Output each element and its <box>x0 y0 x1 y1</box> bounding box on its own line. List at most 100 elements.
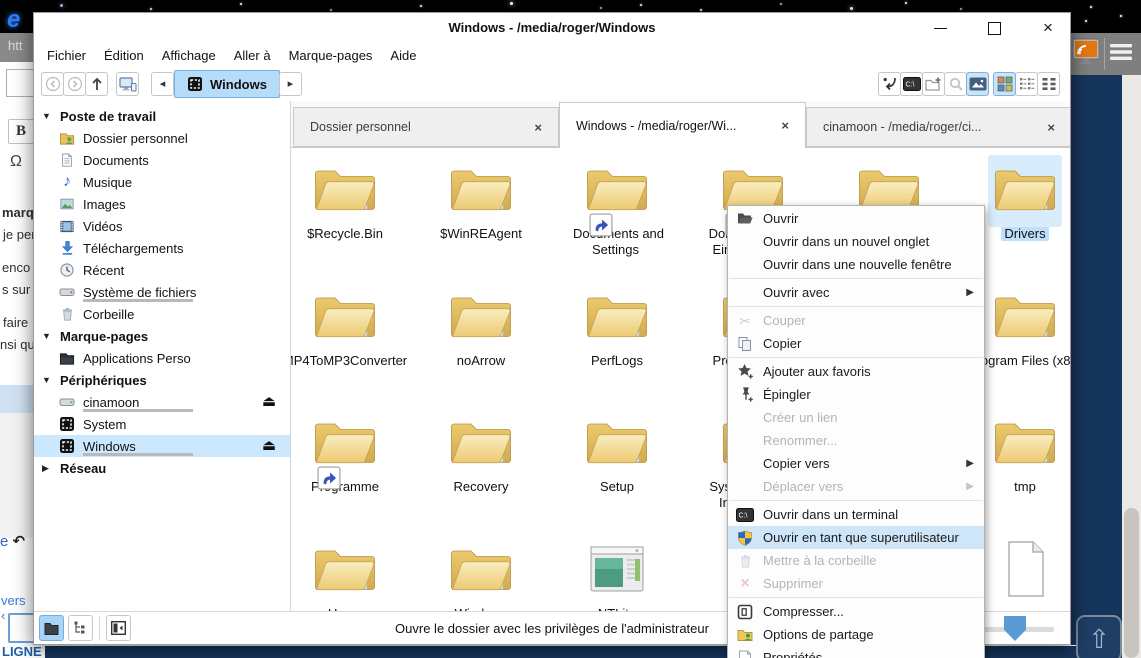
uac-shield-icon <box>736 530 754 546</box>
breadcrumb-right-button[interactable]: ▸ <box>279 72 302 96</box>
detailed-view-button[interactable] <box>1037 72 1060 96</box>
open-terminal-button[interactable]: C:\ <box>900 72 923 96</box>
menubar-item-edition[interactable]: Édition <box>95 48 153 63</box>
context-menu-item-ajouter-aux-favoris[interactable]: Ajouter aux favoris <box>728 360 984 383</box>
sidebar-item-applications-perso[interactable]: Applications Perso <box>34 347 290 369</box>
file-item-documents-and-settings[interactable]: Documents and Settings <box>549 159 685 258</box>
maximize-button[interactable] <box>980 17 1008 39</box>
file-item-mp4tomp3converter[interactable]: MP4ToMP3Converter <box>291 286 413 369</box>
tab-dossier-personnel[interactable]: Dossier personnel× <box>293 107 559 147</box>
new-folder-button[interactable] <box>922 72 945 96</box>
menu-icon[interactable] <box>1110 43 1132 61</box>
context-menu-item-supprimer[interactable]: ×Supprimer <box>728 572 984 595</box>
tab-close-icon[interactable]: × <box>1047 120 1055 135</box>
breadcrumb-left-button[interactable]: ◂ <box>151 72 174 96</box>
zoom-slider-handle[interactable] <box>1004 616 1026 641</box>
tab-close-icon[interactable]: × <box>781 118 789 133</box>
sidebar-item-system[interactable]: System <box>34 413 290 435</box>
sidebar-item-musique[interactable]: ♪Musique <box>34 171 290 193</box>
screen-share-icon[interactable] <box>1071 37 1101 69</box>
bold-button-fragment[interactable]: B <box>8 119 33 144</box>
omega-button-fragment[interactable]: Ω <box>10 153 22 171</box>
expand-triangle-icon: ▼ <box>42 375 52 385</box>
show-places-button[interactable] <box>116 72 139 96</box>
context-menu-item-options-de-partage[interactable]: Options de partage <box>728 623 984 646</box>
sidebar-item-videos[interactable]: Vidéos <box>34 215 290 237</box>
browser-logo-icon[interactable]: e <box>7 6 33 32</box>
background-scrollbar-thumb[interactable] <box>1124 508 1139 658</box>
back-button[interactable] <box>41 72 64 96</box>
context-menu-item-ouvrir-dans-un-terminal[interactable]: C:\Ouvrir dans un terminal <box>728 503 984 526</box>
background-input-fragment[interactable] <box>6 69 33 97</box>
close-button[interactable]: × <box>1034 17 1062 39</box>
file-item-noarrow[interactable]: noArrow <box>413 286 549 369</box>
menubar-item-aller-a[interactable]: Aller à <box>225 48 280 63</box>
file-item-recovery[interactable]: Recovery <box>413 412 549 495</box>
titlebar[interactable]: Windows - /media/roger/Windows × <box>34 13 1070 43</box>
follow-path-button[interactable] <box>878 72 901 96</box>
context-menu-item-compresser[interactable]: Compresser... <box>728 600 984 623</box>
eject-icon[interactable]: ⏏ <box>262 392 276 410</box>
file-item-windows[interactable]: Windows <box>413 539 549 612</box>
context-menu-item-ouvrir-en-tant-que-superutilisateur[interactable]: Ouvrir en tant que superutilisateur <box>728 526 984 549</box>
tab-windows-media-roger-wi[interactable]: Windows - /media/roger/Wi... × <box>559 102 806 148</box>
scroll-to-top-button[interactable]: ⇧ <box>1076 615 1122 658</box>
context-menu-item-ouvrir-dans-une-nouvelle-fenetre[interactable]: Ouvrir dans une nouvelle fenêtre <box>728 253 984 276</box>
menubar-item-fichier[interactable]: Fichier <box>38 48 95 63</box>
eject-icon[interactable]: ⏏ <box>262 436 276 454</box>
file-item-perflogs[interactable]: PerfLogs <box>549 286 685 369</box>
file-item-setup[interactable]: Setup <box>549 412 685 495</box>
context-menu-item-copier[interactable]: Copier <box>728 332 984 355</box>
undo-icon[interactable]: ↶ <box>13 534 26 549</box>
context-menu-item-ouvrir-dans-un-nouvel-onglet[interactable]: Ouvrir dans un nouvel onglet <box>728 230 984 253</box>
up-button[interactable] <box>85 72 108 96</box>
context-menu-item-couper[interactable]: ✂Couper <box>728 309 984 332</box>
background-input2-fragment[interactable] <box>8 613 33 643</box>
menubar-item-affichage[interactable]: Affichage <box>153 48 225 63</box>
sidebar-item-recent[interactable]: Récent <box>34 259 290 281</box>
app-window-icon <box>585 539 649 599</box>
sidebar-section-peripheriques[interactable]: ▼Périphériques <box>34 369 290 391</box>
tab-label: Windows - /media/roger/Wi... <box>576 119 736 133</box>
sidebar-item-dossier-personnel[interactable]: Dossier personnel <box>34 127 290 149</box>
sidebar-item-documents[interactable]: Documents <box>34 149 290 171</box>
search-button[interactable] <box>944 72 967 96</box>
breadcrumb[interactable]: Windows <box>174 70 280 98</box>
context-menu-item-copier-vers[interactable]: Copier vers▶ <box>728 452 984 475</box>
context-menu-item-ouvrir-avec[interactable]: Ouvrir avec▶ <box>728 281 984 304</box>
tab-close-icon[interactable]: × <box>534 120 542 135</box>
context-menu-item-renommer[interactable]: Renommer... <box>728 429 984 452</box>
file-item-ntlite[interactable]: NTLite <box>549 539 685 612</box>
sidebar-item-corbeille[interactable]: Corbeille <box>34 303 290 325</box>
sidebar-item-label: Téléchargements <box>83 241 183 256</box>
disk-usage-bar <box>83 409 193 412</box>
file-item-recycle-bin[interactable]: $Recycle.Bin <box>291 159 413 242</box>
sidebar-item-systeme-de-fichiers[interactable]: Système de fichiers <box>34 281 290 303</box>
context-menu-item-proprietes[interactable]: Propriétés <box>728 646 984 658</box>
forward-button[interactable] <box>63 72 86 96</box>
compact-view-button[interactable] <box>1015 72 1038 96</box>
document-icon <box>993 539 1057 599</box>
tab-cinamoon-media-roger-ci[interactable]: cinamoon - /media/roger/ci...× <box>806 107 1070 147</box>
sidebar-item-windows[interactable]: Windows⏏ <box>34 435 290 457</box>
file-item-users[interactable]: Users <box>291 539 413 612</box>
menubar-item-aide[interactable]: Aide <box>381 48 425 63</box>
icon-view-button[interactable] <box>993 72 1016 96</box>
file-item-winreagent[interactable]: $WinREAgent <box>413 159 549 242</box>
sidebar-section-reseau[interactable]: ▶Réseau <box>34 457 290 479</box>
sidebar-item-cinamoon[interactable]: cinamoon⏏ <box>34 391 290 413</box>
sidebar-item-telechargements[interactable]: Téléchargements <box>34 237 290 259</box>
sidebar-section-marque-pages[interactable]: ▼Marque-pages <box>34 325 290 347</box>
context-menu-label: Mettre à la corbeille <box>763 553 876 568</box>
context-menu-item-creer-un-lien[interactable]: Créer un lien <box>728 406 984 429</box>
context-menu-item-mettre-a-la-corbeille[interactable]: Mettre à la corbeille <box>728 549 984 572</box>
sidebar-section-poste-de-travail[interactable]: ▼Poste de travail <box>34 105 290 127</box>
context-menu-item-deplacer-vers[interactable]: Déplacer vers▶ <box>728 475 984 498</box>
file-item-programme[interactable]: Programme <box>291 412 413 495</box>
context-menu-item-epingler[interactable]: Épingler <box>728 383 984 406</box>
show-thumbnails-button[interactable] <box>966 72 989 96</box>
menubar-item-marque-pages[interactable]: Marque-pages <box>280 48 382 63</box>
sidebar-item-images[interactable]: Images <box>34 193 290 215</box>
context-menu-item-ouvrir[interactable]: Ouvrir <box>728 207 984 230</box>
minimize-button[interactable] <box>926 17 954 39</box>
